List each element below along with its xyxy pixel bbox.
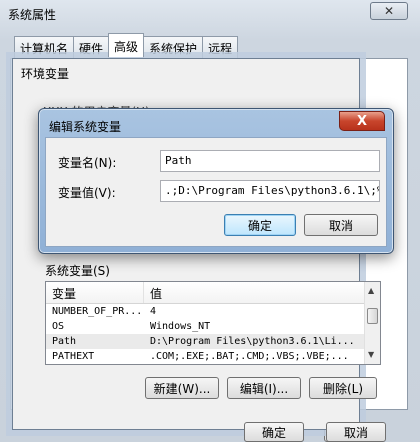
scroll-thumb[interactable]	[367, 308, 378, 324]
new-variable-button[interactable]: 新建(W)...	[145, 377, 219, 399]
list-item[interactable]: PATHEXT .COM;.EXE;.BAT;.CMD;.VBS;.VBE;..…	[46, 349, 380, 364]
edit-system-variable-dialog: 编辑系统变量 X 变量名(N): Path 变量值(V): .;D:\Progr…	[38, 108, 394, 254]
tab-advanced[interactable]: 高级	[108, 33, 145, 57]
list-item[interactable]: NUMBER_OF_PR... 4	[46, 304, 380, 319]
dialog-body: 变量名(N): Path 变量值(V): .;D:\Program Files\…	[45, 137, 387, 247]
dialog-title: 编辑系统变量	[49, 120, 122, 134]
tab-remote[interactable]: 远程	[202, 36, 239, 58]
tab-system-protection[interactable]: 系统保护	[143, 36, 204, 58]
var-value: 4	[150, 306, 157, 317]
close-icon: X	[356, 113, 368, 129]
var-value: D:\Program Files\python3.6.1\Li...	[150, 336, 355, 347]
window-title: 环境变量	[21, 67, 70, 81]
var-value-label: 变量值(V):	[58, 186, 116, 200]
var-name: Path	[52, 336, 77, 347]
edit-variable-button[interactable]: 编辑(I)...	[227, 377, 301, 399]
var-value: .COM;.EXE;.BAT;.CMD;.VBS;.VBE;...	[150, 351, 349, 362]
tab-strip: 计算机名 硬件 高级 系统保护 远程	[14, 33, 239, 58]
column-header-variable[interactable]: 变量	[46, 282, 144, 303]
dialog-ok-button[interactable]: 确定	[224, 214, 296, 236]
column-header-value[interactable]: 值	[144, 282, 380, 303]
var-name: NUMBER_OF_PR...	[52, 306, 143, 317]
list-item[interactable]: Path D:\Program Files\python3.6.1\Li...	[46, 334, 380, 349]
list-header: 变量 值	[46, 282, 380, 304]
close-button[interactable]: ✕	[370, 2, 408, 20]
var-value-field[interactable]: .;D:\Program Files\python3.6.1\;%Sys	[160, 180, 380, 202]
window-title: 系统属性	[8, 8, 57, 22]
dialog-close-button[interactable]: X	[339, 111, 385, 131]
vertical-scrollbar[interactable]: ▲ ▼	[364, 282, 380, 364]
var-name-label: 变量名(N):	[58, 156, 117, 170]
var-name: OS	[52, 321, 65, 332]
dialog-cancel-button[interactable]: 取消	[304, 214, 378, 236]
var-value: Windows_NT	[150, 321, 211, 332]
delete-variable-button[interactable]: 删除(L)	[309, 377, 377, 399]
system-vars-list[interactable]: 变量 值 NUMBER_OF_PR... 4 OS Windows_NT Pat…	[45, 281, 381, 365]
tab-hardware[interactable]: 硬件	[73, 36, 110, 58]
close-icon: ✕	[383, 4, 395, 18]
var-name-field[interactable]: Path	[160, 150, 380, 172]
var-name: PATHEXT	[52, 351, 95, 362]
env-cancel-button[interactable]: 取消	[326, 422, 386, 442]
list-item[interactable]: OS Windows_NT	[46, 319, 380, 334]
tab-computer-name[interactable]: 计算机名	[14, 36, 75, 58]
system-vars-label: 系统变量(S)	[45, 264, 110, 278]
env-ok-button[interactable]: 确定	[244, 422, 304, 442]
scroll-up-icon[interactable]: ▲	[368, 286, 374, 295]
scroll-down-icon[interactable]: ▼	[368, 350, 374, 359]
